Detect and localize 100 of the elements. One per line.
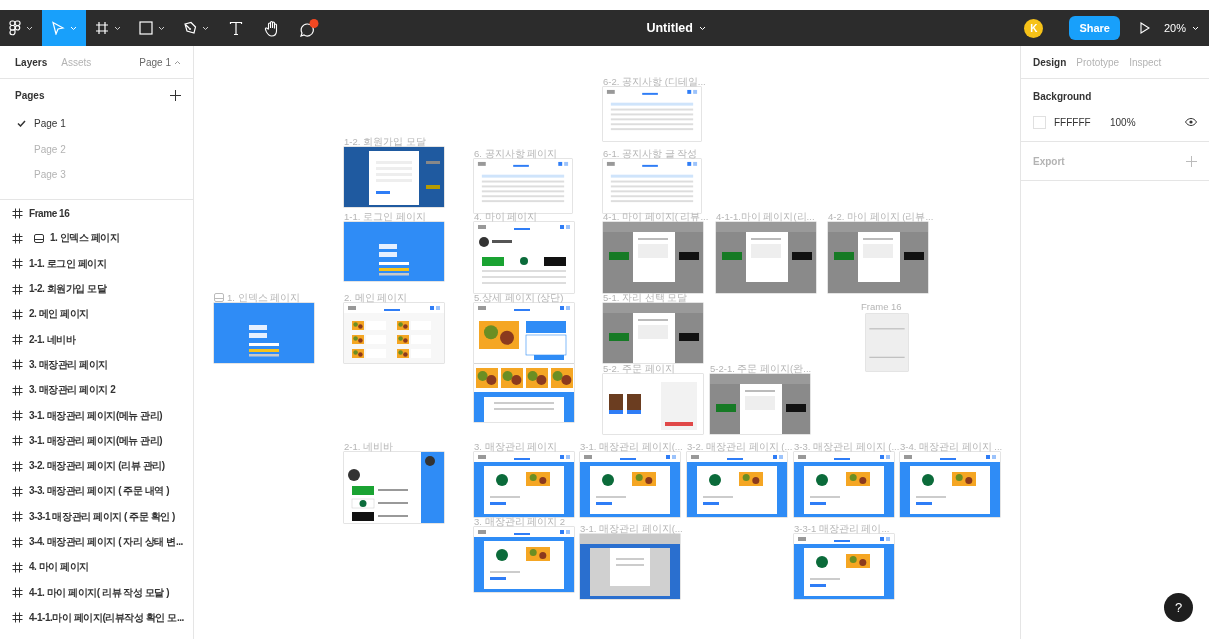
zoom-menu[interactable]: 20% [1163,22,1199,34]
page-menu[interactable]: Page 1 [139,56,181,68]
file-title[interactable]: Untitled [646,21,706,35]
layer-item[interactable]: 2. 메인 페이지 [0,301,193,327]
panel-tab[interactable]: Design [1033,56,1067,68]
frame-label[interactable]: 1-2. 회원가입 모달 [344,137,426,147]
help-button[interactable]: ? [1164,593,1193,622]
frame-label[interactable]: 6. 공지사항 페이지 [474,149,558,159]
frame-label[interactable]: 4-2. 마이 페이지 (리뷰... [828,212,934,222]
frame-thumbnail[interactable] [866,314,908,371]
panel-tab[interactable]: Prototype [1076,56,1120,68]
layer-item[interactable]: 3. 매장관리 페이지 2 [0,377,193,403]
frame-label[interactable]: 5-2. 주문 페이지 [603,364,675,374]
chevron-icon [70,25,77,31]
frame-thumbnail[interactable] [794,534,894,599]
layer-item[interactable]: Frame 16 [0,200,193,226]
eye-icon[interactable] [1185,118,1197,126]
frame-icon [12,460,23,472]
add-icon[interactable] [170,89,181,101]
layer-item[interactable]: 3-3. 매장관리 페이지 ( 주문 내역 ) [0,478,193,505]
frame-label[interactable]: Frame 16 [861,302,902,312]
panel-tab[interactable]: Inspect [1129,56,1162,68]
rectangle-icon [139,21,153,35]
frame-thumbnail[interactable] [603,222,703,293]
frame-label[interactable]: 4-1-1.마이 페이지(리... [716,212,815,222]
layer-item[interactable]: 4. 마이 페이지 [0,554,193,580]
play-icon[interactable] [1139,22,1150,34]
page-item[interactable]: Page 2 [0,136,193,162]
frame-thumbnail[interactable] [344,147,444,207]
user-avatar[interactable]: K [1024,18,1044,38]
chevron-icon [1192,25,1199,31]
frame-title[interactable]: 1. 인덱스 페이지 [227,293,301,303]
frame-label[interactable]: 5-1. 자리 선택 모달 [603,293,688,303]
frame-label[interactable]: 1-1. 로그인 페이지 [344,212,426,222]
frame-icon [12,612,23,624]
layer-item[interactable]: 3-1. 매장관리 페이지(메뉴 관리) [0,402,193,429]
frame-thumbnail[interactable] [900,452,1000,517]
frame-icon [12,258,23,270]
frame-icon [12,384,23,396]
layer-item[interactable]: 3-4. 매장관리 페이지 ( 자리 상태 변... [0,529,193,555]
layer-item[interactable]: 4-1-1.마이 페이지(리뷰작성 확인 모... [0,605,193,631]
frame-thumbnail[interactable] [344,303,444,363]
layer-item[interactable]: 3-1. 매장관리 페이지(메뉴 관리) [0,428,193,454]
chevron-icon [202,25,209,31]
frame-thumbnail[interactable] [794,452,894,517]
frame-label[interactable]: 3-1. 매장관리 페이지(... [580,442,683,452]
frame-icon [12,283,23,295]
color-swatch[interactable] [1033,115,1046,129]
frame-icon [12,232,23,244]
layer-item[interactable]: 3. 매장관리 페이지 [0,352,193,378]
frame-label[interactable]: 3. 매장관리 페이지 [474,442,558,452]
opacity-value[interactable]: 100% [1110,116,1136,128]
frame-icon [12,485,23,497]
frame-label[interactable]: 3. 매장관리 페이지 2 [474,517,566,527]
panel-tab[interactable]: Layers [15,56,48,68]
layer-item[interactable]: 3-3-1 매장관리 페이지 ( 주문 확인 ) [0,504,193,530]
frame-label[interactable]: 2-1. 네비바 [344,442,393,452]
frame-thumbnail[interactable] [710,374,810,434]
frame-icon [12,561,23,573]
layer-item[interactable]: 4-1. 마이 페이지( 리뷰 작성 모달 ) [0,579,193,606]
frame-thumbnail[interactable] [716,222,816,293]
page-item[interactable]: Page 3 [0,162,193,188]
frame-label[interactable]: 3-1. 매장관리 페이지(... [580,524,683,534]
frame-label[interactable]: 5.상세 페이지 (상단) [474,293,564,303]
frame-thumbnail[interactable] [580,452,680,517]
frame-label[interactable]: 3-3. 매장관리 페이지 (... [794,442,900,452]
frame-label[interactable]: 3-4. 매장관리 페이지 ... [900,442,1003,452]
layer-item[interactable]: 1-2. 회원가입 모달 [0,276,193,302]
color-value[interactable]: FFFFFF [1054,116,1110,128]
frame-label[interactable]: 6-1. 공지사항 글 작성 [603,149,698,159]
chevron-icon [698,25,706,31]
frame-icon [12,308,23,320]
layer-item[interactable]: 2-1. 네비바 [0,327,193,353]
layer-item[interactable]: 1. 인덱스 페이지 [0,225,193,252]
layer-item[interactable]: 1-1. 로그인 페이지 [0,251,193,277]
frame-label[interactable]: 4. 마이 페이지 [474,212,538,222]
frame-label[interactable]: 2. 메인 페이지 [344,293,408,303]
panel-tab[interactable]: Assets [61,56,92,68]
frame-label[interactable]: 4-1. 마이 페이지( 리뷰... [603,212,709,222]
share-button[interactable]: Share [1069,16,1120,40]
frame-thumbnail[interactable] [603,303,703,363]
section-title: Pages [15,89,45,101]
frame-label[interactable]: 3-2. 매장관리 페이지 (... [687,442,793,452]
frame-thumbnail[interactable] [828,222,928,293]
layer-item[interactable]: 3-2. 매장관리 페이지 (리뷰 관리) [0,453,193,479]
frame-thumbnail[interactable] [344,222,444,281]
frame-icon [12,410,23,421]
frame-thumbnail[interactable] [687,452,787,517]
frame-thumbnail[interactable] [474,527,574,592]
hand-icon [264,19,280,37]
frame-thumbnail[interactable] [580,534,680,599]
page-item[interactable]: Page 1 [0,111,193,137]
frame-label[interactable]: 5-2-1. 주문 페이지(완... [710,364,812,374]
chevron-icon [174,59,181,65]
frame-icon [12,587,23,599]
frame-label[interactable]: 3-3-1 매장관리 페이... [794,524,890,534]
frame-thumbnail[interactable] [474,452,574,517]
frame-label[interactable]: 6-2. 공지사항 (디테일... [603,77,706,87]
frame-thumbnail[interactable] [214,303,314,363]
chevron-icon [158,25,165,31]
